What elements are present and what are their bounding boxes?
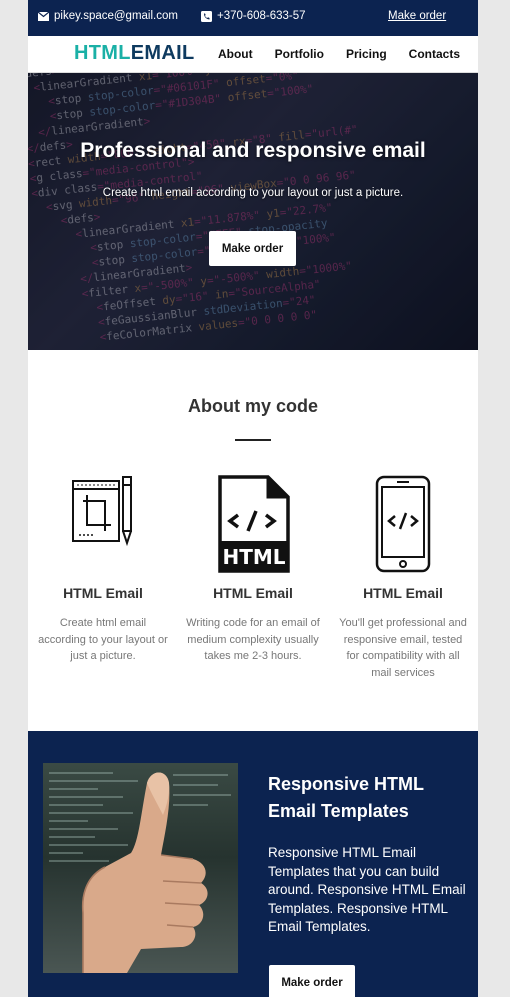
feature-text: Writing code for an email of medium comp… — [186, 617, 320, 662]
email-contact[interactable]: pikey.space@gmail.com — [38, 10, 178, 22]
html-file-icon: HTML — [218, 475, 290, 573]
feature-card: HTML HTML Email Writing code for an emai… — [178, 475, 328, 665]
hero-banner: <defs> xmlns="http://www.w3.org" <linear… — [28, 73, 478, 350]
nav-item-contacts[interactable]: Contacts — [409, 47, 460, 61]
nav-menu: About Portfolio Pricing Contacts — [218, 47, 460, 61]
templates-make-order-button[interactable]: Make order — [269, 965, 355, 997]
about-heading: About my code — [187, 396, 318, 416]
feature-text: Create html email according to your layo… — [38, 617, 168, 662]
main-nav: HTMLEMAIL About Portfolio Pricing Contac… — [28, 36, 478, 73]
templates-section: Responsive HTML Email Templates Responsi… — [28, 731, 478, 997]
hero-subtitle: Create html email according to your layo… — [102, 187, 404, 199]
logo-part-html: HTML — [74, 42, 131, 64]
phone-contact[interactable]: +370-608-633-57 — [201, 10, 306, 22]
svg-text:HTML: HTML — [222, 545, 285, 569]
heading-divider — [235, 439, 271, 441]
feature-title: HTML Email — [63, 585, 143, 601]
hero-overlay — [28, 73, 478, 350]
page: pikey.space@gmail.com +370-608-633-57 Ma… — [28, 0, 478, 997]
email-text: pikey.space@gmail.com — [54, 10, 178, 22]
design-tools-icon — [72, 476, 132, 547]
feature-card: HTML Email Create html email according t… — [28, 475, 178, 665]
nav-item-portfolio[interactable]: Portfolio — [275, 47, 324, 61]
logo-part-email: EMAIL — [130, 42, 195, 64]
about-section: About my code HTML Email Create html ema… — [28, 350, 478, 734]
nav-item-pricing[interactable]: Pricing — [346, 47, 387, 61]
feature-title: HTML Email — [363, 585, 443, 601]
templates-title: Responsive HTML Email Templates — [268, 774, 424, 821]
envelope-icon — [38, 11, 49, 21]
feature-title: HTML Email — [213, 585, 293, 601]
phone-text: +370-608-633-57 — [217, 10, 306, 22]
top-bar: pikey.space@gmail.com +370-608-633-57 Ma… — [28, 0, 478, 36]
feature-text: You'll get professional and responsive e… — [339, 617, 467, 679]
templates-text: Responsive HTML Email Templates that you… — [268, 845, 466, 934]
mobile-code-icon — [375, 475, 431, 573]
nav-item-about[interactable]: About — [218, 47, 253, 61]
phone-icon — [201, 10, 212, 22]
thumbs-up-photo — [43, 763, 238, 973]
hero-make-order-button[interactable]: Make order — [209, 231, 296, 266]
feature-card: HTML Email You'll get professional and r… — [328, 475, 478, 681]
logo[interactable]: HTMLEMAIL — [74, 42, 194, 65]
top-make-order-link[interactable]: Make order — [388, 10, 446, 22]
hero-title: Professional and responsive email — [80, 139, 426, 162]
